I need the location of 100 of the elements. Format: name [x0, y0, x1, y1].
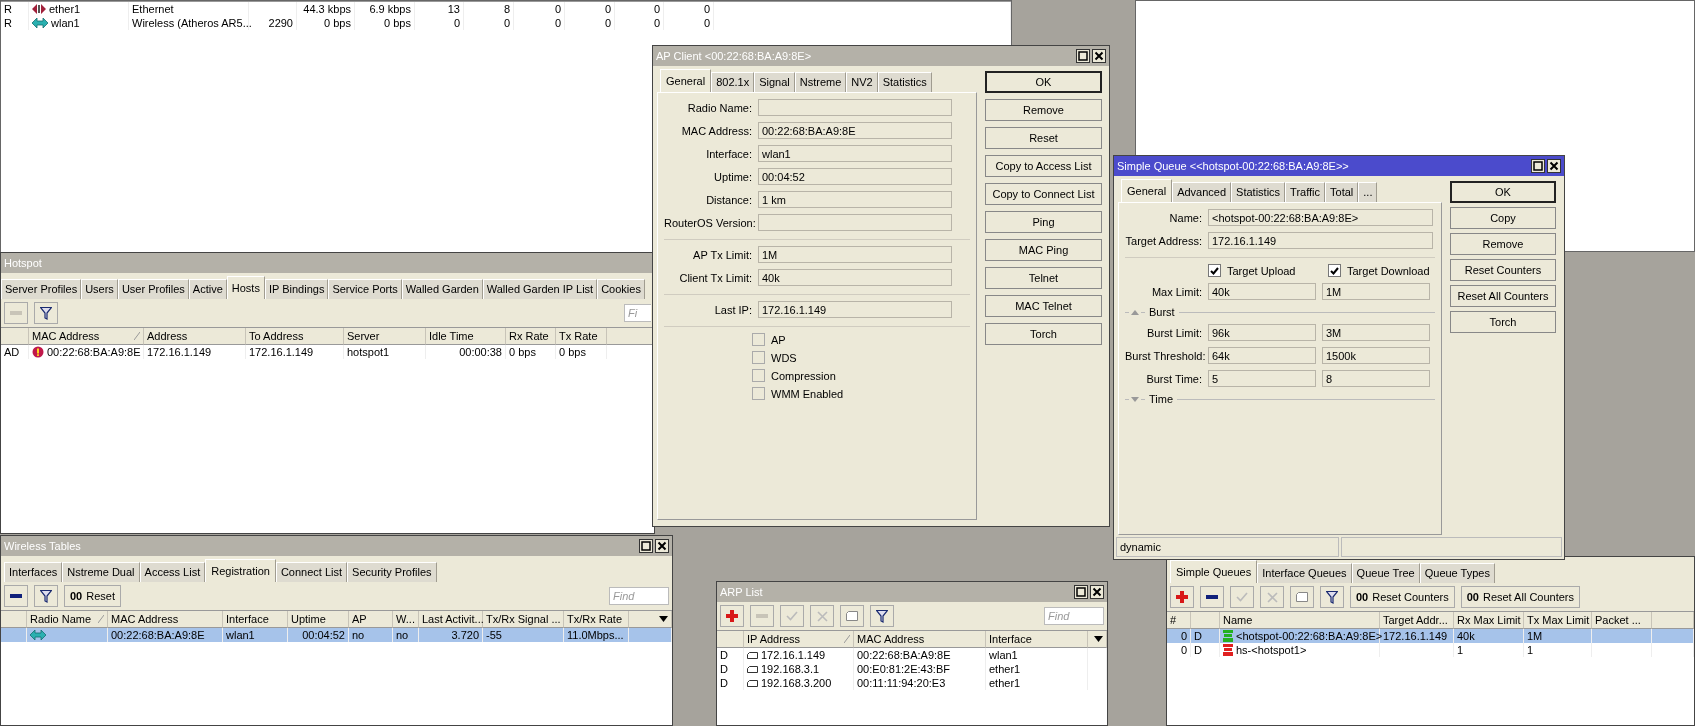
text-field[interactable]: 172.16.1.149 [1208, 232, 1433, 249]
text-field[interactable]: 172.16.1.149 [758, 301, 952, 318]
text-field[interactable] [758, 99, 952, 116]
column-header[interactable]: Tx Rate [556, 328, 607, 345]
dropdown-icon[interactable] [659, 616, 668, 622]
column-header[interactable]: Rx Rate [506, 328, 556, 345]
column-header[interactable]: Rx Max Limit [1454, 612, 1524, 629]
dialog-button[interactable]: OK [1450, 181, 1556, 203]
tab[interactable]: Interfaces [4, 562, 63, 582]
text-field[interactable]: 40k [1208, 283, 1316, 300]
caret-up-icon[interactable] [1125, 309, 1145, 315]
checkbox[interactable] [1328, 264, 1341, 277]
column-header[interactable]: Tx/Rx Rate [564, 611, 629, 628]
tab[interactable]: Server Profiles [1, 279, 82, 299]
checkbox[interactable] [1208, 264, 1221, 277]
reset-button[interactable]: 00 Reset Counters [1350, 586, 1455, 608]
text-field[interactable]: 1500k [1322, 347, 1430, 364]
dialog-button[interactable]: Reset Counters [1450, 259, 1556, 281]
dialog-button[interactable]: Remove [985, 99, 1102, 121]
dialog-button[interactable]: Telnet [985, 267, 1102, 289]
column-header[interactable]: Interface [223, 611, 288, 628]
search-field[interactable]: Find [609, 587, 669, 605]
checkbox[interactable] [752, 387, 765, 400]
comment-button[interactable] [840, 605, 864, 627]
text-field[interactable]: 00:22:68:BA:A9:8E [758, 122, 952, 139]
tab[interactable]: Nstreme Dual [62, 562, 140, 582]
tab[interactable]: Active [188, 279, 227, 299]
text-field[interactable] [758, 214, 952, 231]
search-field[interactable]: Find [1044, 607, 1104, 625]
dialog-button[interactable]: Ping [985, 211, 1102, 233]
dialog-button[interactable]: Copy [1450, 207, 1556, 229]
dialog-button[interactable]: Reset [985, 127, 1102, 149]
checkbox[interactable] [752, 369, 765, 382]
column-header[interactable]: Uptime [288, 611, 349, 628]
tab[interactable]: Access List [139, 562, 206, 582]
column-header[interactable]: AP [349, 611, 393, 628]
text-field[interactable]: wlan1 [758, 145, 952, 162]
text-field[interactable]: 1 km [758, 191, 952, 208]
dialog-button[interactable]: Copy to Connect List [985, 183, 1102, 205]
search-field[interactable]: Fi [624, 304, 651, 322]
close-icon[interactable] [1092, 49, 1106, 63]
tab[interactable]: Walled Garden [401, 279, 483, 299]
column-header[interactable]: Last Activit... [419, 611, 483, 628]
column-header[interactable]: IP Address [744, 631, 854, 648]
text-field[interactable]: 64k [1208, 347, 1316, 364]
filter-button[interactable] [34, 585, 58, 607]
tab[interactable]: Walled Garden IP List [482, 279, 598, 299]
column-header[interactable]: Idle Time [426, 328, 506, 345]
text-field[interactable]: 5 [1208, 370, 1316, 387]
tab[interactable]: Security Profiles [347, 562, 437, 582]
dialog-button[interactable]: OK [985, 71, 1102, 93]
table-row[interactable]: 0 D <hotspot-00:22:68:BA:A9:8E>172.16.1.149 40k 1M [1167, 629, 1694, 643]
table-row[interactable]: R wlan1 Wireless (Atheros AR5... 2290 0 bps 0 bps 0 0 0 0 0 0 [1, 16, 1011, 30]
column-header[interactable]: Radio Name [27, 611, 108, 628]
add-button[interactable] [720, 605, 744, 627]
table-row[interactable]: D 192.168.3.200 00:11:11:94:20:E3 ether1 [717, 676, 1107, 690]
tab[interactable]: Statistics [1231, 182, 1286, 202]
tab[interactable]: Users [81, 279, 118, 299]
reset-button[interactable]: 00 Reset [64, 585, 121, 607]
tab[interactable]: General [660, 69, 712, 92]
filter-button[interactable] [34, 302, 58, 324]
column-header[interactable] [629, 611, 672, 628]
column-header[interactable]: Address [144, 328, 246, 345]
column-header[interactable] [607, 328, 654, 345]
tab[interactable]: Connect List [275, 562, 348, 582]
close-icon[interactable] [1547, 159, 1561, 173]
tab[interactable]: Simple Queues [1170, 560, 1258, 583]
tab[interactable]: Hosts [226, 276, 265, 299]
tab[interactable]: Interface Queues [1257, 563, 1352, 583]
reset-button[interactable]: 00 Reset All Counters [1460, 586, 1581, 608]
tab[interactable]: IP Bindings [264, 279, 329, 299]
tab[interactable]: General [1121, 179, 1173, 202]
tab[interactable]: Traffic [1285, 182, 1326, 202]
column-header[interactable]: # [1167, 612, 1191, 629]
text-field[interactable]: 1M [1322, 283, 1430, 300]
maximize-icon[interactable] [1074, 585, 1088, 599]
column-header[interactable]: MAC Address [854, 631, 986, 648]
column-header[interactable]: Tx Max Limit [1524, 612, 1592, 629]
tab[interactable]: Registration [205, 559, 276, 582]
table-row[interactable]: R ether1 Ethernet 44.3 kbps 6.9 kbps 13 8 0 0 0 0 [1, 2, 1011, 16]
text-field[interactable]: 96k [1208, 324, 1316, 341]
text-field[interactable]: <hotspot-00:22:68:BA:A9:8E> [1208, 209, 1433, 226]
tab[interactable]: Nstreme [794, 72, 847, 92]
text-field[interactable]: 3M [1322, 324, 1430, 341]
column-header[interactable]: Server [344, 328, 426, 345]
checkbox[interactable] [752, 351, 765, 364]
tab[interactable]: Queue Types [1419, 563, 1495, 583]
tab[interactable]: User Profiles [117, 279, 189, 299]
column-header[interactable]: MAC Address [29, 328, 144, 345]
remove-button[interactable] [1200, 586, 1224, 608]
close-icon[interactable] [655, 539, 669, 553]
column-header[interactable]: Interface [986, 631, 1088, 648]
maximize-icon[interactable] [1531, 159, 1545, 173]
table-row[interactable]: D 192.168.3.1 00:E0:81:2E:43:BF ether1 [717, 662, 1107, 676]
dialog-button[interactable]: Torch [985, 323, 1102, 345]
checkbox[interactable] [752, 333, 765, 346]
column-header[interactable]: To Address [246, 328, 344, 345]
text-field[interactable]: 00:04:52 [758, 168, 952, 185]
add-button[interactable] [1170, 586, 1194, 608]
tab[interactable]: Total [1325, 182, 1359, 202]
